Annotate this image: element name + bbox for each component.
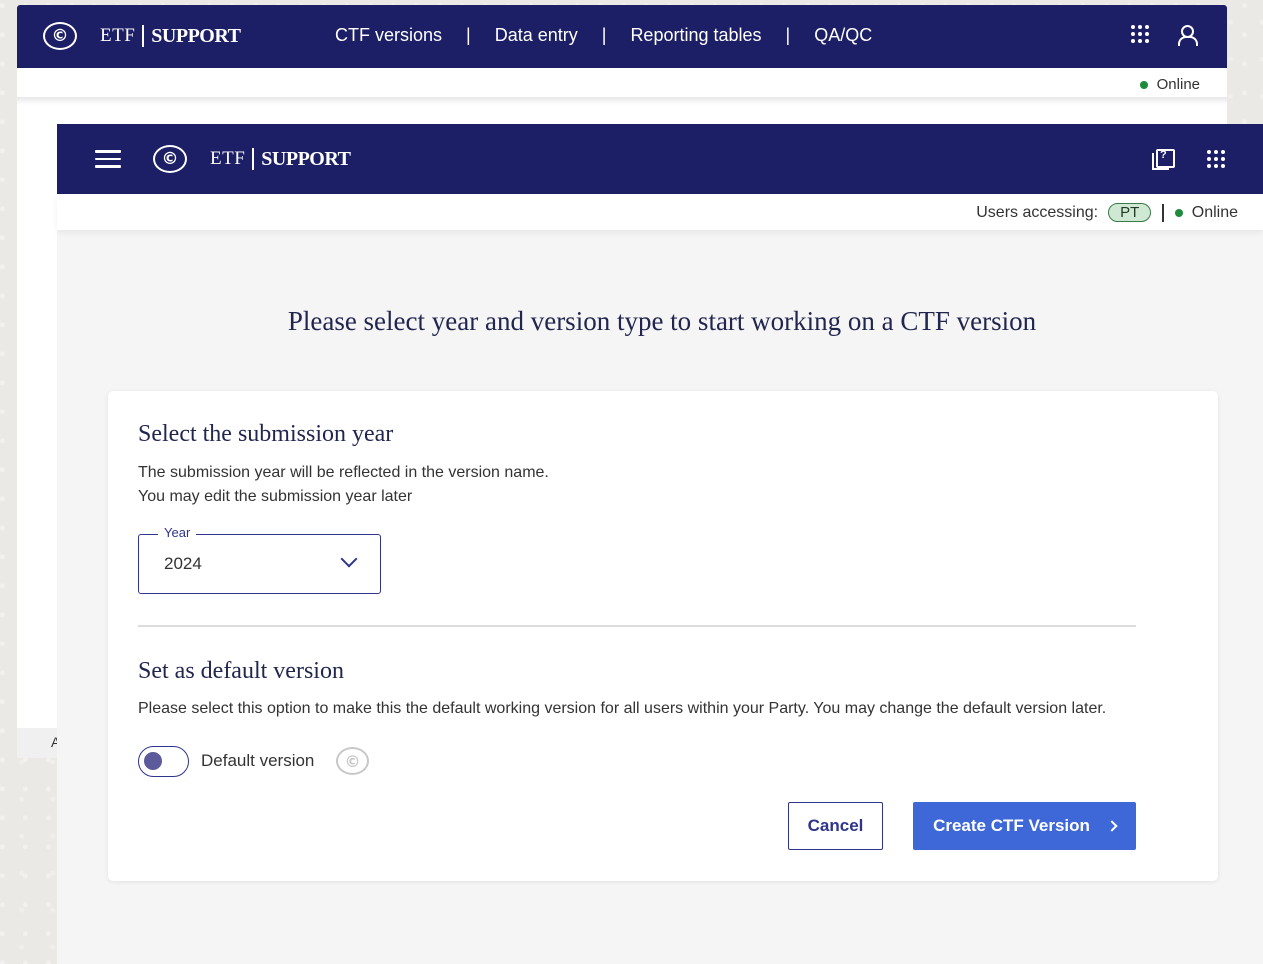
brand-etf: ETF	[210, 148, 246, 169]
status-divider	[1162, 203, 1164, 222]
online-dot-icon	[1174, 208, 1183, 217]
nav-separator: |	[466, 25, 471, 45]
year-selected-value: 2024	[164, 554, 202, 573]
create-button-label: Create CTF Version	[933, 816, 1090, 835]
default-version-label: Default version	[201, 751, 315, 770]
top-nav-bar: © ETF SUPPORT CTF versions | Data entry …	[17, 5, 1227, 68]
year-help-line-2: You may edit the submission year later	[138, 488, 413, 505]
un-emblem-icon: ©	[43, 22, 77, 50]
section-divider	[138, 625, 1136, 627]
page-title: Please select year and version type to s…	[287, 306, 1037, 336]
un-emblem-icon: ©	[153, 145, 187, 173]
etf-support-logo[interactable]: © ETF SUPPORT	[153, 145, 351, 173]
session-status: Users accessing: PT Online	[976, 203, 1238, 222]
nav-ctf-versions[interactable]: CTF versions	[335, 25, 442, 46]
nav-separator: |	[601, 25, 607, 45]
status-text: Online	[1156, 76, 1200, 93]
header-actions: ?	[1151, 148, 1227, 170]
status-text: Online	[1191, 203, 1238, 221]
hamburger-menu-icon[interactable]	[95, 150, 121, 168]
users-accessing-label: Users accessing:	[976, 203, 1099, 221]
default-version-toggle[interactable]	[138, 746, 189, 777]
un-emblem-icon: ©	[336, 747, 369, 775]
help-icon[interactable]: ?	[1151, 148, 1175, 170]
etf-support-logo[interactable]: © ETF SUPPORT	[43, 22, 241, 50]
brand-support: SUPPORT	[261, 147, 351, 170]
app-header: © ETF SUPPORT ?	[57, 124, 1263, 194]
brand-etf: ETF	[100, 25, 136, 46]
year-select[interactable]: Year 2024	[138, 525, 381, 594]
foreground-window: © ETF SUPPORT ? Users accessing: PT Onli…	[57, 124, 1263, 964]
default-section-description: Please select this option to make this t…	[138, 700, 1107, 717]
brand-support: SUPPORT	[151, 24, 241, 47]
default-section-title: Set as default version	[138, 658, 344, 684]
nav-qa-qc[interactable]: QA/QC	[814, 25, 872, 46]
create-version-card: Select the submission year The submissio…	[108, 391, 1218, 881]
year-section-title: Select the submission year	[138, 421, 394, 447]
year-help-line-1: The submission year will be reflected in…	[138, 464, 549, 481]
toggle-knob	[144, 752, 162, 770]
user-badge[interactable]: PT	[1108, 203, 1152, 222]
header-actions	[1129, 23, 1198, 46]
subbar-shadow	[17, 97, 1227, 105]
brand-separator	[252, 148, 255, 170]
apps-grid-icon[interactable]	[1205, 148, 1227, 170]
main-nav: CTF versions | Data entry | Reporting ta…	[335, 25, 872, 46]
year-field-label: Year	[158, 525, 197, 540]
nav-reporting-tables[interactable]: Reporting tables	[630, 25, 761, 46]
nav-separator: |	[785, 25, 791, 45]
chevron-down-icon	[340, 550, 358, 568]
nav-data-entry[interactable]: Data entry	[495, 25, 578, 46]
create-ctf-version-button[interactable]: Create CTF Version	[913, 802, 1136, 850]
chevron-right-icon	[1106, 820, 1118, 832]
apps-grid-icon[interactable]	[1129, 23, 1151, 45]
cancel-button[interactable]: Cancel	[788, 802, 883, 850]
online-dot-icon	[1139, 80, 1148, 89]
user-icon[interactable]	[1175, 23, 1198, 46]
brand-separator	[142, 25, 145, 47]
connection-status: Online	[1139, 76, 1200, 93]
